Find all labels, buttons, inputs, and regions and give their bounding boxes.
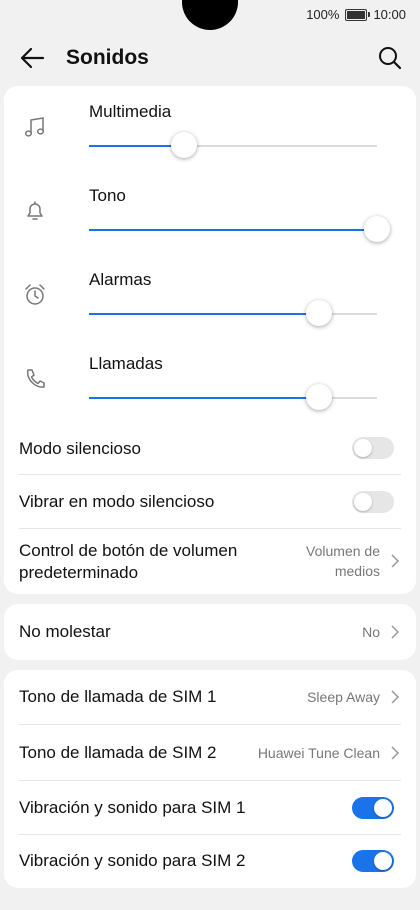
page-title: Sonidos [66, 46, 149, 69]
row-label: Tono de llamada de SIM 1 [19, 687, 217, 706]
chevron-right-icon [391, 625, 400, 639]
row-value: No [362, 624, 380, 640]
back-button[interactable] [14, 42, 50, 74]
volume-button-control-row[interactable]: Control de botón de volumen predetermina… [4, 529, 416, 594]
row-label: Vibración y sonido para SIM 1 [19, 798, 246, 817]
row-value-line1: Volumen de [306, 543, 380, 559]
vibrate-silent-row[interactable]: Vibrar en modo silencioso [4, 475, 416, 529]
toggle-knob [354, 493, 372, 511]
sim-sound-card: Tono de llamada de SIM 1 Sleep Away Tono… [4, 670, 416, 888]
status-bar: 100% 10:00 [0, 0, 420, 30]
ringtone-volume-slider[interactable] [89, 216, 390, 242]
volume-row-multimedia: Multimedia [4, 86, 416, 170]
volume-label: Llamadas [89, 354, 163, 373]
search-icon [379, 47, 402, 70]
row-value-line2: medios [334, 563, 380, 579]
chevron-right-icon [391, 746, 400, 760]
row-label: Vibración y sonido para SIM 2 [19, 851, 246, 870]
call-volume-slider[interactable] [89, 384, 377, 410]
chevron-right-icon [391, 690, 400, 704]
slider-fill [89, 397, 320, 399]
search-button[interactable] [374, 42, 406, 74]
slider-fill [89, 145, 185, 147]
vibration-sound-sim1-row[interactable]: Vibración y sonido para SIM 1 [4, 781, 416, 835]
slider-thumb[interactable] [364, 216, 390, 242]
row-label: Vibrar en modo silencioso [19, 492, 215, 511]
do-not-disturb-card: No molestar No [4, 604, 416, 660]
vibration-sound-sim2-row[interactable]: Vibración y sonido para SIM 2 [4, 835, 416, 888]
ringtone-sim1-row[interactable]: Tono de llamada de SIM 1 Sleep Away [4, 670, 416, 725]
toggle-knob [374, 799, 392, 817]
row-label: Control de botón de volumen predetermina… [19, 540, 237, 584]
slider-fill [89, 229, 377, 231]
slider-thumb[interactable] [306, 300, 333, 326]
row-value: Huawei Tune Clean [257, 745, 380, 761]
volume-row-alarms: Alarmas [4, 254, 416, 338]
clock: 10:00 [373, 7, 406, 22]
camera-notch [182, 0, 238, 30]
slider-thumb[interactable] [171, 132, 198, 158]
row-label: Modo silencioso [19, 439, 141, 458]
vibrate-silent-toggle[interactable] [352, 491, 394, 513]
silent-mode-row[interactable]: Modo silencioso [4, 422, 416, 475]
volume-row-calls: Llamadas [4, 338, 416, 422]
volume-label: Alarmas [89, 270, 152, 289]
ringtone-sim2-row[interactable]: Tono de llamada de SIM 2 Huawei Tune Cle… [4, 725, 416, 781]
chevron-right-icon [391, 554, 400, 568]
slider-fill [89, 313, 320, 315]
silent-mode-toggle[interactable] [352, 437, 394, 459]
app-header: Sonidos [0, 30, 420, 86]
music-note-icon [24, 117, 45, 137]
row-value: Volumen de medios [306, 541, 380, 581]
phone-icon [26, 369, 45, 388]
back-arrow-icon [20, 47, 45, 69]
volume-row-ringtone: Tono [4, 170, 416, 254]
sound-settings-card: Multimedia Tono Alarmas Llamadas Modo si… [4, 86, 416, 594]
multimedia-volume-slider[interactable] [89, 132, 377, 158]
volume-label: Tono [89, 186, 126, 205]
row-label-line2: predeterminado [19, 563, 139, 582]
vibration-sim1-toggle[interactable] [352, 797, 394, 819]
row-label: No molestar [19, 622, 111, 641]
battery-icon [345, 8, 371, 21]
alarm-clock-icon [25, 284, 45, 305]
row-value: Sleep Away [307, 689, 380, 705]
row-label-line1: Control de botón de volumen [19, 541, 238, 560]
vibration-sim2-toggle[interactable] [352, 850, 394, 872]
battery-percent: 100% [306, 7, 340, 22]
volume-label: Multimedia [89, 102, 172, 121]
row-label: Tono de llamada de SIM 2 [19, 743, 217, 762]
toggle-knob [374, 852, 392, 870]
toggle-knob [354, 439, 372, 457]
do-not-disturb-row[interactable]: No molestar No [4, 604, 416, 660]
alarm-volume-slider[interactable] [89, 300, 377, 326]
slider-thumb[interactable] [306, 384, 333, 410]
status-indicators: 100% 10:00 [306, 7, 406, 22]
sound-settings-screen: 100% 10:00 Sonidos Multimedia Tono Alarm… [0, 0, 420, 910]
bell-icon [27, 201, 43, 220]
